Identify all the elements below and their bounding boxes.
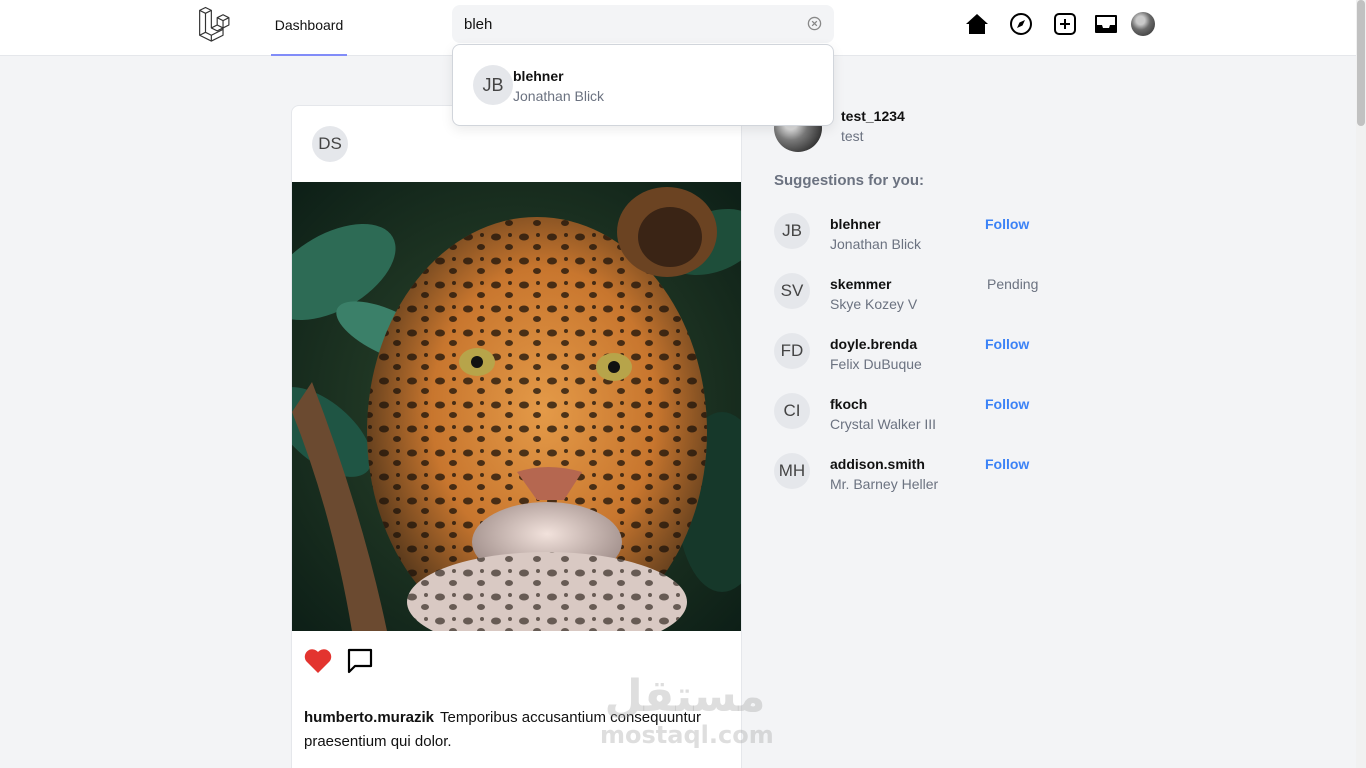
search-box <box>452 5 834 43</box>
suggestions-title: Suggestions for you: <box>774 172 924 189</box>
follow-button[interactable]: Follow <box>985 396 1029 412</box>
suggestion-full-name: Skye Kozey V <box>830 296 918 312</box>
comment-icon[interactable] <box>346 648 374 674</box>
suggestion-username[interactable]: skemmer <box>830 276 892 292</box>
home-icon[interactable] <box>965 12 989 36</box>
suggestion-item: SV skemmer Skye Kozey V Pending <box>774 272 1054 312</box>
suggestion-item: MH addison.smith Mr. Barney Heller Follo… <box>774 452 1054 492</box>
post-image[interactable] <box>292 182 741 631</box>
avatar[interactable]: FD <box>774 333 810 369</box>
current-user-name: test <box>841 128 864 144</box>
suggestion-full-name: Jonathan Blick <box>830 236 922 252</box>
search-result-item[interactable]: JB blehner Jonathan Blick <box>473 65 813 105</box>
result-full-name: Jonathan Blick <box>513 88 605 104</box>
result-username: blehner <box>513 68 564 84</box>
page-scrollbar[interactable] <box>1356 0 1366 768</box>
jaguar-photo-icon <box>292 182 741 631</box>
laravel-logo-icon[interactable] <box>196 6 234 44</box>
suggestion-full-name: Crystal Walker III <box>830 416 937 432</box>
heart-icon[interactable] <box>304 648 332 674</box>
avatar[interactable]: CI <box>774 393 810 429</box>
post-caption: humberto.murazik Temporibus accusantium c… <box>304 706 724 754</box>
suggestion-full-name: Felix DuBuque <box>830 356 922 372</box>
avatar[interactable]: JB <box>774 213 810 249</box>
clear-search-icon[interactable] <box>807 16 822 31</box>
avatar[interactable]: SV <box>774 273 810 309</box>
suggestion-username[interactable]: addison.smith <box>830 456 925 472</box>
suggestion-full-name: Mr. Barney Heller <box>830 476 939 492</box>
follow-button[interactable]: Follow <box>985 216 1029 232</box>
profile-avatar[interactable] <box>1131 12 1155 36</box>
suggestion-item: JB blehner Jonathan Blick Follow <box>774 212 1054 252</box>
inbox-icon[interactable] <box>1094 12 1118 36</box>
pending-status: Pending <box>987 276 1039 292</box>
suggestion-username[interactable]: blehner <box>830 216 881 232</box>
current-user-username[interactable]: test_1234 <box>841 108 905 124</box>
follow-button[interactable]: Follow <box>985 456 1029 472</box>
caption-username[interactable]: humberto.murazik <box>304 709 434 726</box>
scrollbar-thumb[interactable] <box>1357 0 1365 126</box>
suggestion-username[interactable]: doyle.brenda <box>830 336 917 352</box>
search-results-dropdown: JB blehner Jonathan Blick <box>452 44 834 126</box>
suggestion-item: CI fkoch Crystal Walker III Follow <box>774 392 1054 432</box>
post-card: DS humberto.murazik Temporibus accusanti… <box>291 105 742 768</box>
post-author-avatar[interactable]: DS <box>312 126 348 162</box>
avatar: JB <box>473 65 513 105</box>
search-input[interactable] <box>452 5 834 43</box>
suggestion-item: FD doyle.brenda Felix DuBuque Follow <box>774 332 1054 372</box>
suggestion-username[interactable]: fkoch <box>830 396 867 412</box>
follow-button[interactable]: Follow <box>985 336 1029 352</box>
avatar[interactable]: MH <box>774 453 810 489</box>
create-post-icon[interactable] <box>1053 12 1077 36</box>
dashboard-nav-link[interactable]: Dashboard <box>271 0 347 56</box>
explore-icon[interactable] <box>1009 12 1033 36</box>
